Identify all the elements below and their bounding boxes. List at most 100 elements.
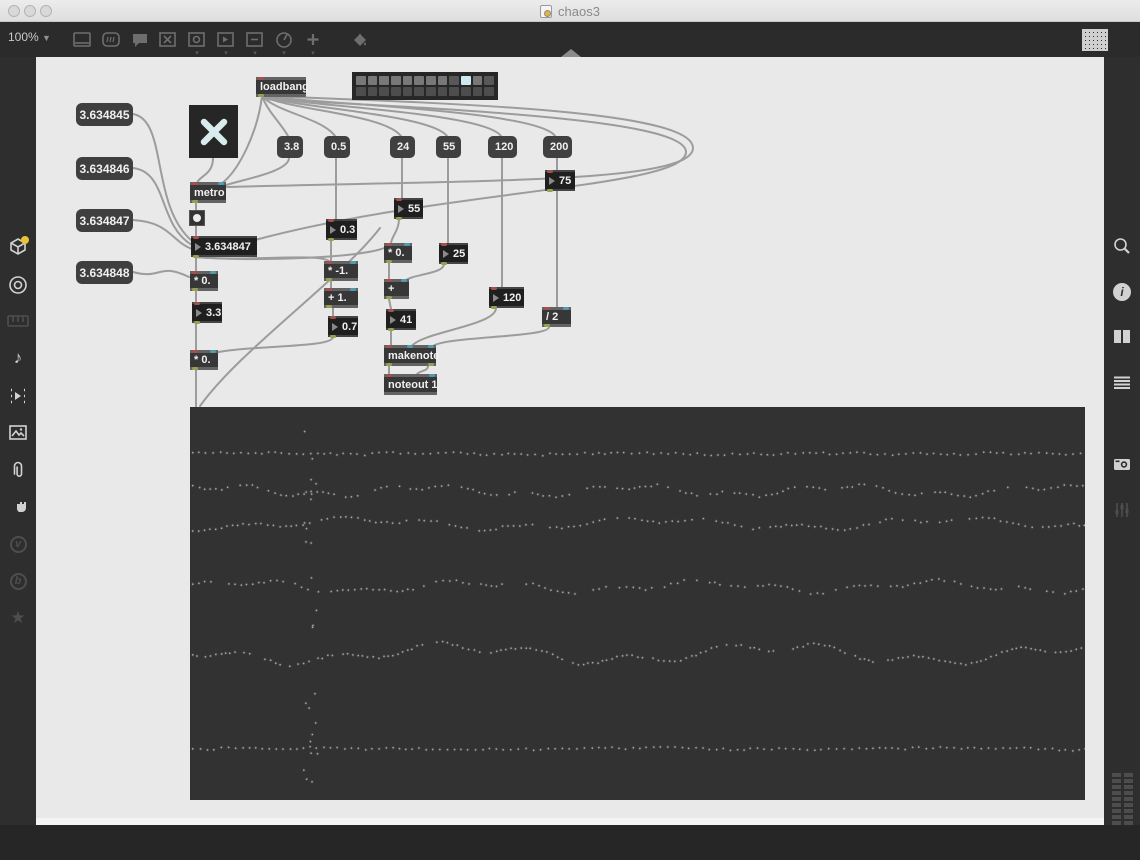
object-metro[interactable]: metro [190, 182, 226, 203]
number-box-75[interactable]: 75 [545, 170, 575, 192]
outlet-strip [439, 262, 468, 265]
message-box-3634845[interactable]: 3.634845 [76, 103, 133, 126]
bang-circle-icon [193, 214, 201, 222]
matrix-cell[interactable] [391, 76, 401, 85]
number-box-3634847[interactable]: 3.634847 [191, 236, 257, 258]
audio-target-icon[interactable] [0, 272, 36, 298]
mixer-sliders-icon[interactable] [1104, 497, 1140, 523]
hot-iolet [386, 243, 392, 246]
midi-keyboard-icon[interactable] [0, 308, 36, 334]
attachments-paperclip-icon[interactable] [0, 457, 36, 483]
matrixctrl[interactable] [352, 72, 498, 100]
matrix-cell[interactable] [356, 87, 366, 96]
number-box-55[interactable]: 55 [394, 198, 423, 220]
number-box-07[interactable]: 0.7 [328, 316, 358, 338]
reference-book-icon[interactable] [1104, 324, 1140, 350]
inlet-strip [328, 316, 358, 319]
number-box-03[interactable]: 0.3 [326, 219, 357, 241]
v-service-icon[interactable]: v [0, 531, 36, 557]
outlet-strip [328, 335, 358, 338]
matrix-cell[interactable] [484, 87, 494, 96]
number-box-120[interactable]: 120 [489, 287, 524, 309]
matrix-cell[interactable] [449, 76, 459, 85]
plug-devices-icon[interactable] [0, 494, 36, 520]
out-iolet [326, 305, 332, 308]
matrix-cell[interactable] [472, 76, 483, 85]
matrix-cell[interactable] [437, 87, 448, 96]
number-box-33[interactable]: 3.3 [192, 302, 222, 324]
message-box-3634848[interactable]: 3.634848 [76, 261, 133, 284]
matrix-cell[interactable] [414, 87, 424, 96]
message-box-38[interactable]: 3.8 [277, 136, 303, 158]
matrix-cell[interactable] [426, 87, 436, 96]
inspector-info-icon[interactable]: i [1104, 279, 1140, 305]
matrix-cell[interactable] [437, 76, 448, 85]
favorites-star-icon[interactable]: ★ [0, 605, 36, 631]
message-box-200[interactable]: 200 [543, 136, 572, 158]
object-makenote[interactable]: makenote [384, 345, 440, 366]
message-box-55[interactable]: 55 [436, 136, 461, 158]
box-text: 75 [559, 174, 572, 187]
box-label: 55 [436, 136, 461, 158]
hot-iolet [544, 307, 550, 310]
matrix-cell[interactable] [367, 76, 378, 85]
matrix-cell[interactable] [391, 87, 401, 96]
object-times0-a[interactable]: * 0. [190, 271, 218, 291]
images-icon[interactable] [0, 420, 36, 446]
matrix-cell[interactable] [356, 76, 366, 85]
object-times0-c[interactable]: * 0. [384, 243, 412, 263]
object-times0-b[interactable]: * 0. [190, 350, 218, 370]
inlet-strip [545, 170, 575, 173]
snapshot-camera-icon[interactable] [1104, 451, 1140, 477]
matrix-cell[interactable] [379, 87, 389, 96]
search-icon[interactable] [1104, 233, 1140, 259]
outlet-strip [190, 367, 218, 370]
outlet-strip [192, 321, 222, 324]
multislider-scope[interactable] [190, 407, 1085, 800]
matrix-cell[interactable] [461, 87, 471, 96]
music-note-icon[interactable]: ♪ [0, 345, 36, 371]
message-box-24[interactable]: 24 [390, 136, 415, 158]
inlet-strip [489, 287, 524, 290]
box-label: 3.634848 [76, 261, 133, 284]
number-box-25[interactable]: 25 [439, 243, 468, 265]
toggle[interactable] [189, 105, 238, 158]
box-text: * 0. [388, 247, 405, 259]
console-list-icon[interactable] [1104, 370, 1140, 396]
object-times-neg1[interactable]: * -1. [324, 261, 358, 281]
number-triangle-icon [330, 225, 336, 234]
inlet-strip [190, 182, 226, 185]
object-plus[interactable]: + [384, 279, 409, 299]
b-service-icon[interactable]: b [0, 568, 36, 594]
matrix-cell[interactable] [472, 87, 483, 96]
matrix-cell-active[interactable] [461, 76, 471, 85]
number-box-41[interactable]: 41 [386, 309, 416, 331]
matrix-cell[interactable] [449, 87, 459, 96]
matrix-cell[interactable] [379, 76, 389, 85]
matrix-cell[interactable] [426, 76, 436, 85]
packages-icon[interactable] [0, 234, 36, 260]
message-box-3634847[interactable]: 3.634847 [76, 209, 133, 232]
object-loadbang[interactable]: loadbang [256, 77, 309, 97]
object-div2[interactable]: / 2 [542, 307, 571, 327]
box-text: makenote [388, 349, 440, 362]
object-plus1[interactable]: + 1. [324, 288, 358, 308]
box-label: * -1. [324, 264, 358, 278]
matrix-cell[interactable] [402, 87, 413, 96]
matrix-cell[interactable] [484, 76, 494, 85]
matrix-cell[interactable] [414, 76, 424, 85]
object-noteout[interactable]: noteout 1 [384, 374, 438, 395]
cold-iolet [563, 307, 569, 310]
message-box-3634846[interactable]: 3.634846 [76, 157, 133, 180]
video-vizzie-icon[interactable] [0, 383, 36, 409]
outlet-strip [394, 217, 423, 220]
out-iolet [388, 328, 394, 331]
matrix-cell[interactable] [367, 87, 378, 96]
cold-iolet [401, 279, 407, 282]
message-box-120[interactable]: 120 [488, 136, 517, 158]
message-box-05[interactable]: 0.5 [324, 136, 350, 158]
hot-iolet [441, 243, 447, 246]
box-text: 25 [453, 247, 466, 260]
bang-button[interactable] [189, 210, 205, 226]
matrix-cell[interactable] [402, 76, 413, 85]
